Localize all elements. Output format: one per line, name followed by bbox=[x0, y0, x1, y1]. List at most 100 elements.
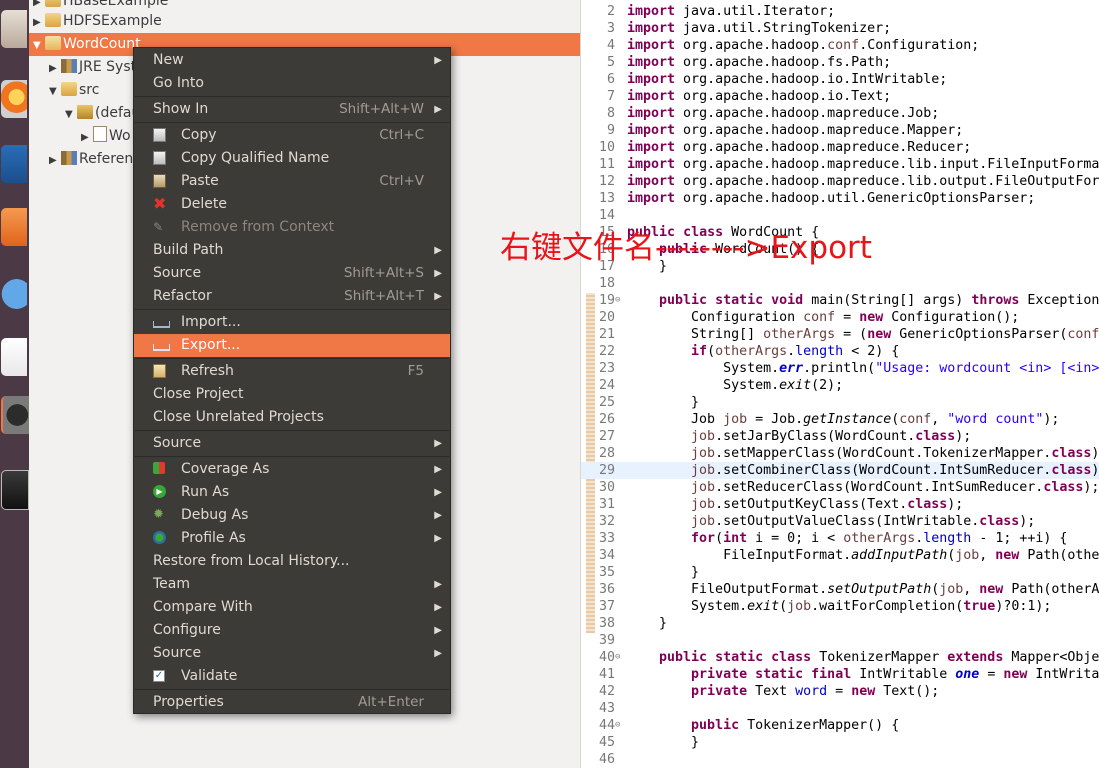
code-line[interactable]: 32 job.setOutputValueClass(IntWritable.c… bbox=[581, 513, 1099, 530]
fold-toggle-icon[interactable]: ⊖ bbox=[615, 649, 620, 666]
code-line[interactable]: 37 System.exit(job.waitForCompletion(tru… bbox=[581, 598, 1099, 615]
code-line[interactable]: 39 bbox=[581, 632, 1099, 649]
menu-item-coverage-as[interactable]: Coverage As ▶ bbox=[134, 458, 450, 481]
code-line[interactable]: 43 bbox=[581, 700, 1099, 717]
tree-arrow[interactable]: ▼ bbox=[33, 34, 45, 57]
menu-item-go-into[interactable]: Go Into bbox=[134, 72, 450, 95]
line-number: 33 bbox=[598, 531, 615, 546]
menu-item-remove-from-context[interactable]: ✎ Remove from Context bbox=[134, 216, 450, 239]
tree-arrow[interactable]: ▶ bbox=[33, 11, 45, 34]
tree-arrow[interactable]: ▶ bbox=[49, 149, 61, 172]
code-line[interactable]: 33 for(int i = 0; i < otherArgs.length -… bbox=[581, 530, 1099, 547]
menu-item-profile-as[interactable]: Profile As ▶ bbox=[134, 527, 450, 550]
menu-item-show-in[interactable]: Show In Shift+Alt+W ▶ bbox=[134, 98, 450, 121]
menu-item-configure[interactable]: Configure ▶ bbox=[134, 619, 450, 642]
menu-item-run-as[interactable]: ▶ Run As ▶ bbox=[134, 481, 450, 504]
code-line[interactable]: 40 ⊖ public static class TokenizerMapper … bbox=[581, 649, 1099, 666]
menu-item-source-3[interactable]: Source ▶ bbox=[134, 642, 450, 665]
amazon-icon[interactable] bbox=[1, 338, 27, 376]
tree-item-hdfsexample[interactable]: ▶ HDFSExample bbox=[33, 10, 162, 33]
code-line[interactable]: 29 job.setCombinerClass(WordCount.IntSum… bbox=[581, 462, 1099, 479]
help-icon[interactable] bbox=[1, 275, 27, 313]
files-icon[interactable] bbox=[1, 10, 27, 48]
tree-item-default-package[interactable]: ▼ (defau bbox=[65, 102, 140, 125]
submenu-arrow-icon: ▶ bbox=[434, 510, 442, 521]
code-line[interactable]: 6 import org.apache.hadoop.io.IntWritable… bbox=[581, 71, 1099, 88]
menu-item-restore-local-history[interactable]: Restore from Local History... bbox=[134, 550, 450, 573]
code-line[interactable]: 45 } bbox=[581, 734, 1099, 751]
code-line[interactable]: 9 import org.apache.hadoop.mapreduce.Mapp… bbox=[581, 122, 1099, 139]
code-line[interactable]: 25 } bbox=[581, 394, 1099, 411]
code-line[interactable]: 38 } bbox=[581, 615, 1099, 632]
firefox-icon[interactable] bbox=[1, 80, 27, 118]
code-line[interactable]: 27 job.setJarByClass(WordCount.class); bbox=[581, 428, 1099, 445]
code-line[interactable]: 41 private static final IntWritable one … bbox=[581, 666, 1099, 683]
code-line[interactable]: 22 if(otherArgs.length < 2) { bbox=[581, 343, 1099, 360]
code-line[interactable]: 24 System.exit(2); bbox=[581, 377, 1099, 394]
tree-item-src[interactable]: ▼ src bbox=[49, 79, 99, 102]
menu-item-team[interactable]: Team ▶ bbox=[134, 573, 450, 596]
fold-toggle-icon[interactable]: ⊖ bbox=[615, 292, 620, 309]
code-line[interactable]: 26 Job job = Job.getInstance(conf, "word… bbox=[581, 411, 1099, 428]
tree-arrow[interactable]: ▼ bbox=[65, 103, 77, 126]
code-line[interactable]: 46 bbox=[581, 751, 1099, 768]
code-line[interactable]: 10 import org.apache.hadoop.mapreduce.Red… bbox=[581, 139, 1099, 156]
code-line[interactable]: 8 import org.apache.hadoop.mapreduce.Job; bbox=[581, 105, 1099, 122]
menu-item-properties[interactable]: Properties Alt+Enter bbox=[134, 691, 450, 714]
code-line[interactable]: 5 import org.apache.hadoop.fs.Path; bbox=[581, 54, 1099, 71]
code-line[interactable]: 19 ⊖ public static void main(String[] arg… bbox=[581, 292, 1099, 309]
menu-item-label: Validate bbox=[181, 668, 238, 684]
menu-item-refactor[interactable]: Refactor Shift+Alt+T ▶ bbox=[134, 285, 450, 308]
tree-arrow[interactable]: ▶ bbox=[49, 57, 61, 80]
code-line[interactable]: 23 System.err.println("Usage: wordcount … bbox=[581, 360, 1099, 377]
menu-item-validate[interactable]: ✓ Validate bbox=[134, 665, 450, 688]
menu-item-copy-qualified-name[interactable]: Copy Qualified Name bbox=[134, 147, 450, 170]
code-line[interactable]: 12 import org.apache.hadoop.mapreduce.lib… bbox=[581, 173, 1099, 190]
menu-item-new[interactable]: New ▶ bbox=[134, 49, 450, 72]
tree-item-referenced-libraries[interactable]: ▶ Referen bbox=[49, 148, 133, 171]
code-line[interactable]: 20 Configuration conf = new Configuratio… bbox=[581, 309, 1099, 326]
tree-arrow[interactable]: ▼ bbox=[49, 80, 61, 103]
menu-item-copy[interactable]: Copy Ctrl+C bbox=[134, 124, 450, 147]
tree-arrow[interactable]: ▶ bbox=[81, 126, 93, 149]
menu-item-label: Delete bbox=[181, 196, 227, 212]
menu-item-source[interactable]: Source Shift+Alt+S ▶ bbox=[134, 262, 450, 285]
code-line[interactable]: 42 private Text word = new Text(); bbox=[581, 683, 1099, 700]
code-line[interactable]: 21 String[] otherArgs = (new GenericOpti… bbox=[581, 326, 1099, 343]
code-line[interactable]: 7 import org.apache.hadoop.io.Text; bbox=[581, 88, 1099, 105]
menu-item-import[interactable]: Import... bbox=[134, 311, 450, 334]
tree-item-wordcount-java[interactable]: ▶ Wo bbox=[81, 125, 131, 148]
code-line[interactable]: 30 job.setReducerClass(WordCount.IntSumR… bbox=[581, 479, 1099, 496]
software-center-icon[interactable] bbox=[1, 208, 27, 246]
menu-item-export[interactable]: Export... bbox=[134, 334, 450, 357]
code-line[interactable]: 28 job.setMapperClass(WordCount.Tokenize… bbox=[581, 445, 1099, 462]
eclipse-icon[interactable] bbox=[1, 396, 29, 434]
code-line[interactable]: 44 ⊖ public TokenizerMapper() { bbox=[581, 717, 1099, 734]
code-line[interactable]: 11 import org.apache.hadoop.mapreduce.lib… bbox=[581, 156, 1099, 173]
code-line[interactable]: 31 job.setOutputKeyClass(Text.class); bbox=[581, 496, 1099, 513]
terminal-icon[interactable] bbox=[1, 470, 29, 510]
menu-item-close-unrelated-projects[interactable]: Close Unrelated Projects bbox=[134, 406, 450, 429]
menu-item-source-2[interactable]: Source ▶ bbox=[134, 432, 450, 455]
code-line[interactable]: 34 FileInputFormat.addInputPath(job, new… bbox=[581, 547, 1099, 564]
code-text: } bbox=[627, 395, 700, 410]
writer-icon[interactable] bbox=[1, 145, 27, 183]
code-line[interactable]: 18 bbox=[581, 275, 1099, 292]
code-editor[interactable]: 2 import java.util.Iterator; 3 import java.… bbox=[580, 0, 1099, 768]
code-line[interactable]: 3 import java.util.StringTokenizer; bbox=[581, 20, 1099, 37]
code-line[interactable]: 4 import org.apache.hadoop.conf.Configura… bbox=[581, 37, 1099, 54]
menu-item-build-path[interactable]: Build Path ▶ bbox=[134, 239, 450, 262]
menu-item-close-project[interactable]: Close Project bbox=[134, 383, 450, 406]
menu-item-refresh[interactable]: Refresh F5 bbox=[134, 360, 450, 383]
menu-item-delete[interactable]: ✖ Delete bbox=[134, 193, 450, 216]
code-line[interactable]: 13 import org.apache.hadoop.util.GenericO… bbox=[581, 190, 1099, 207]
fold-toggle-icon[interactable]: ⊖ bbox=[615, 717, 620, 734]
code-text: job.setReducerClass(WordCount.IntSumRedu… bbox=[691, 480, 1099, 495]
code-line[interactable]: 36 FileOutputFormat.setOutputPath(job, n… bbox=[581, 581, 1099, 598]
menu-item-paste[interactable]: Paste Ctrl+V bbox=[134, 170, 450, 193]
code-line[interactable]: 35 } bbox=[581, 564, 1099, 581]
code-line[interactable]: 2 import java.util.Iterator; bbox=[581, 3, 1099, 20]
menu-item-debug-as[interactable]: ✹ Debug As ▶ bbox=[134, 504, 450, 527]
tree-item-jre-system[interactable]: ▶ JRE Syst bbox=[49, 56, 136, 79]
menu-item-compare-with[interactable]: Compare With ▶ bbox=[134, 596, 450, 619]
